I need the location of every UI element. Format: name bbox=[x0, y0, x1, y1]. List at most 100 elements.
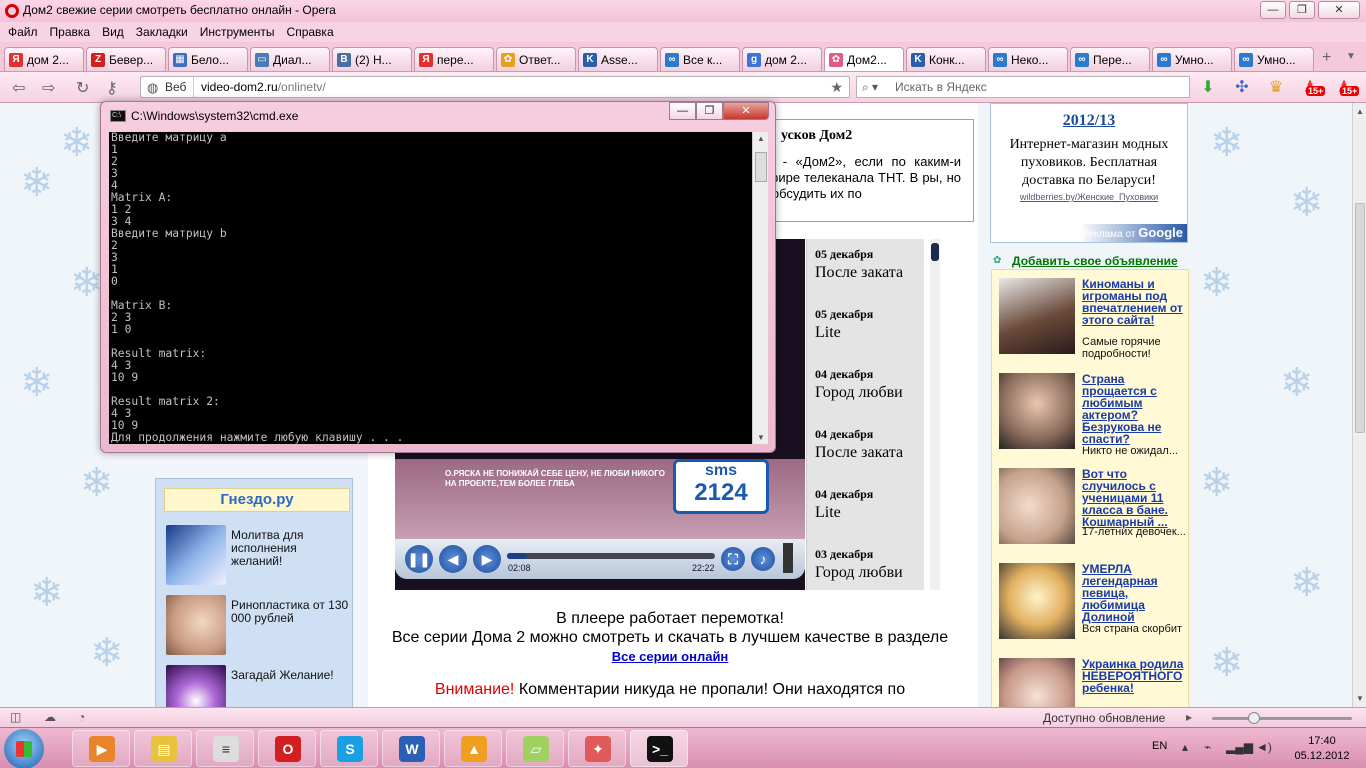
start-button[interactable] bbox=[4, 729, 44, 768]
taskbar-opera[interactable]: O bbox=[258, 730, 316, 767]
search-field[interactable]: ⌕ ▾ Искать в Яндекс bbox=[856, 76, 1190, 98]
update-arrow-icon[interactable]: ▸ bbox=[1186, 710, 1192, 724]
language-indicator[interactable]: EN bbox=[1152, 740, 1167, 752]
episode-scrollbar[interactable] bbox=[930, 239, 940, 590]
seek-bar[interactable] bbox=[507, 553, 715, 559]
cmd-console[interactable]: Введите матрицу a 1 2 3 4 Matrix A: 1 2 … bbox=[109, 132, 752, 444]
volume-icon[interactable]: ◄) bbox=[1256, 740, 1272, 754]
browser-tab[interactable]: Ядом 2... bbox=[4, 47, 84, 71]
left-ad-header[interactable]: Гнездо.ру bbox=[164, 488, 350, 512]
volume-icon[interactable]: ♪ bbox=[751, 547, 775, 571]
ad-headline[interactable]: Страна прощается с любимым актером? Безр… bbox=[1082, 373, 1186, 445]
forward-icon[interactable]: ⇨ bbox=[42, 78, 55, 98]
menu-item[interactable]: Правка bbox=[44, 25, 97, 39]
key-icon[interactable]: ⚷ bbox=[106, 78, 118, 98]
taskbar-aimp[interactable]: ▲ bbox=[444, 730, 502, 767]
browser-tab[interactable]: Z Бевер... bbox=[86, 47, 166, 71]
tray-arrow-icon[interactable]: ▴ bbox=[1182, 740, 1188, 754]
episode-name[interactable]: Город любви bbox=[815, 384, 925, 402]
ad-image[interactable] bbox=[999, 658, 1075, 707]
reload-icon[interactable]: ↻ bbox=[76, 78, 89, 98]
zoom-slider[interactable] bbox=[1212, 712, 1352, 724]
google-ads-label[interactable]: Реклама от Google bbox=[1079, 224, 1187, 242]
ad-image[interactable] bbox=[999, 278, 1075, 354]
page-scrollbar[interactable]: ▲ ▼ bbox=[1352, 103, 1366, 707]
episode-item[interactable]: 04 декабря После заката bbox=[815, 427, 925, 462]
scrollbar-thumb[interactable] bbox=[1355, 203, 1365, 433]
cloud-icon[interactable]: ☁ bbox=[44, 710, 56, 724]
next-button[interactable]: ▶ bbox=[473, 545, 501, 573]
ad-headline[interactable]: Киноманы и игроманы под впечатлением от … bbox=[1082, 278, 1186, 326]
right-top-ad[interactable]: 2012/13 Интернет-магазин модных пуховико… bbox=[990, 103, 1188, 243]
episode-item[interactable]: 05 декабря После заката bbox=[815, 247, 925, 282]
clock[interactable]: 17:40 05.12.2012 bbox=[1284, 734, 1360, 764]
back-icon[interactable]: ⇦ bbox=[12, 78, 25, 98]
episode-name[interactable]: Город любви bbox=[815, 564, 925, 582]
browser-tab[interactable]: ✿ Дом2... bbox=[824, 47, 904, 71]
menu-item[interactable]: Инструменты bbox=[194, 25, 281, 39]
browser-tab[interactable]: ∞ Пере... bbox=[1070, 47, 1150, 71]
browser-tab[interactable]: ∞ Все к... bbox=[660, 47, 740, 71]
browser-tab[interactable]: ∞ Неко... bbox=[988, 47, 1068, 71]
prev-button[interactable]: ◀ bbox=[439, 545, 467, 573]
episode-item[interactable]: 04 декабря Город любви bbox=[815, 367, 925, 402]
browser-tab[interactable]: ∞ Умно... bbox=[1234, 47, 1314, 71]
episode-item[interactable]: 05 декабря Lite bbox=[815, 307, 925, 342]
close-button[interactable]: ✕ bbox=[1318, 1, 1360, 19]
taskbar-app[interactable]: ✦ bbox=[568, 730, 626, 767]
url-text[interactable]: video-dom2.ru/onlinetv/ bbox=[201, 80, 326, 94]
taskbar-explorer[interactable]: ▤ bbox=[134, 730, 192, 767]
cmd-scrollbar[interactable]: ▲ ▼ bbox=[752, 132, 768, 444]
ad-year[interactable]: 2012/13 bbox=[991, 112, 1187, 130]
cmd-maximize-button[interactable]: ❐ bbox=[696, 102, 723, 120]
menu-item[interactable]: Закладки bbox=[130, 25, 194, 39]
add-ad-link[interactable]: Добавить свое объявление bbox=[1012, 254, 1178, 268]
cmd-minimize-button[interactable]: — bbox=[669, 102, 696, 120]
browser-tab[interactable]: K Конк... bbox=[906, 47, 986, 71]
taskbar-cmd[interactable]: >_ bbox=[630, 730, 688, 767]
episode-item[interactable]: 03 декабря Город любви bbox=[815, 547, 925, 582]
tab-menu-icon[interactable]: ▼ bbox=[1346, 51, 1356, 62]
bookmark-star-icon[interactable]: ★ bbox=[830, 79, 843, 96]
address-bar[interactable]: ◍ Веб video-dom2.ru/onlinetv/ ★ bbox=[140, 76, 850, 98]
menu-item[interactable]: Вид bbox=[96, 25, 130, 39]
opera-logo-icon[interactable] bbox=[5, 4, 19, 18]
browser-tab[interactable]: Япере... bbox=[414, 47, 494, 71]
download-icon[interactable]: ⬇ bbox=[1198, 78, 1218, 98]
episode-name[interactable]: Lite bbox=[815, 504, 925, 522]
ad-headline[interactable]: УМЕРЛА легендарная певица, любимица Доли… bbox=[1082, 563, 1186, 623]
menu-item[interactable]: Файл bbox=[2, 25, 44, 39]
ad-image[interactable] bbox=[999, 373, 1075, 449]
episode-item[interactable]: 04 декабря Lite bbox=[815, 487, 925, 522]
browser-tab[interactable]: ▭ Диал... bbox=[250, 47, 330, 71]
ad-headline[interactable]: Вот что случилось с ученицами 11 класса … bbox=[1082, 468, 1186, 528]
fullscreen-button[interactable]: ⛶ bbox=[721, 547, 745, 571]
update-available[interactable]: Доступно обновление bbox=[1043, 711, 1165, 725]
volume-slider[interactable] bbox=[783, 543, 793, 573]
cmd-close-button[interactable]: ✕ bbox=[723, 102, 769, 120]
network-icon[interactable]: ▂▄▆ bbox=[1226, 740, 1253, 754]
usb-icon[interactable]: ⌁ bbox=[1204, 740, 1211, 754]
trophy-icon[interactable]: ♛ bbox=[1266, 78, 1286, 98]
browser-tab[interactable]: g дом 2... bbox=[742, 47, 822, 71]
browser-tab[interactable]: K Asse... bbox=[578, 47, 658, 71]
taskbar-skype[interactable]: S bbox=[320, 730, 378, 767]
ad-headline[interactable]: Украинка родила НЕВЕРОЯТНОГО ребенка! bbox=[1082, 658, 1186, 694]
ad-image[interactable] bbox=[999, 468, 1075, 544]
minimize-button[interactable]: — bbox=[1260, 1, 1286, 19]
puzzle-icon[interactable]: ✣ bbox=[1232, 78, 1252, 98]
browser-tab[interactable]: В (2) Н... bbox=[332, 47, 412, 71]
cmd-window[interactable]: C:\ C:\Windows\system32\cmd.exe — ❐ ✕ Вв… bbox=[100, 101, 776, 453]
taskbar-media-player[interactable]: ▶ bbox=[72, 730, 130, 767]
episode-name[interactable]: Lite bbox=[815, 324, 925, 342]
browser-tab[interactable]: ✿ Ответ... bbox=[496, 47, 576, 71]
episode-name[interactable]: После заката bbox=[815, 444, 925, 462]
pause-button[interactable]: ❚❚ bbox=[405, 545, 433, 573]
ad-image[interactable] bbox=[999, 563, 1075, 639]
all-series-link[interactable]: Все серии онлайн bbox=[612, 649, 729, 664]
taskbar-notes[interactable]: ▱ bbox=[506, 730, 564, 767]
menu-item[interactable]: Справка bbox=[281, 25, 340, 39]
episode-name[interactable]: После заката bbox=[815, 264, 925, 282]
panel-toggle-icon[interactable]: ◫ bbox=[10, 710, 21, 724]
ad-source[interactable]: wildberries.by/Женские_Пуховики bbox=[991, 192, 1187, 202]
